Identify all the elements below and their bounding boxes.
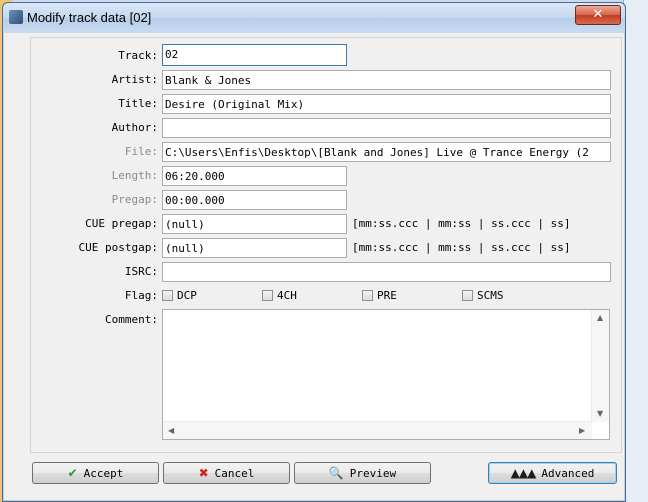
close-button[interactable]: ✕ <box>575 5 621 25</box>
length-input[interactable]: 06:20.000 <box>162 166 347 186</box>
scroll-right-icon[interactable]: ▶ <box>579 426 585 435</box>
cancel-button-label: Cancel <box>214 466 255 480</box>
scroll-left-icon[interactable]: ◀ <box>168 426 174 435</box>
comment-label: Comment: <box>105 313 158 326</box>
scroll-up-icon[interactable]: ▲ <box>597 313 603 322</box>
accept-button[interactable]: ✔ Accept <box>32 462 159 484</box>
flag-scms-checkbox[interactable] <box>462 290 473 301</box>
title-label: Title: <box>118 97 158 110</box>
scroll-down-icon[interactable]: ▼ <box>597 409 603 418</box>
artist-input[interactable]: Blank & Jones <box>162 70 611 90</box>
author-input[interactable] <box>162 118 611 138</box>
author-label: Author: <box>111 121 158 134</box>
track-input[interactable]: 02 <box>162 44 347 66</box>
checkmark-icon: ✔ <box>67 466 78 480</box>
cue-postgap-label: CUE postgap: <box>78 241 158 254</box>
window-title: Modify track data [02] <box>27 10 152 25</box>
title-bar[interactable]: Modify track data [02] ✕ <box>3 3 625 33</box>
file-label: File: <box>124 145 158 158</box>
comment-textarea[interactable]: ▲ ▼ ◀ ▶ <box>162 309 610 440</box>
preview-icon: 🔍 <box>328 466 344 480</box>
preview-button[interactable]: 🔍 Preview <box>294 462 431 484</box>
comment-horizontal-scrollbar[interactable]: ◀ ▶ <box>163 421 592 439</box>
flag-pre-label: PRE <box>377 289 397 302</box>
length-label: Length: <box>111 169 158 182</box>
pregap-input[interactable]: 00:00.000 <box>162 190 347 210</box>
background-app-scrollbar <box>623 0 648 502</box>
accept-button-label: Accept <box>83 466 124 480</box>
modify-track-dialog: Modify track data [02] ✕ Track: 02 Artis… <box>2 2 626 502</box>
cue-pregap-input[interactable]: (null) <box>162 214 347 234</box>
title-input[interactable]: Desire (Original Mix) <box>162 94 611 114</box>
file-path-input[interactable]: C:\Users\Enfis\Desktop\[Blank and Jones]… <box>162 142 611 162</box>
cue-postgap-format-hint: [mm:ss.ccc | mm:ss | ss.ccc | ss] <box>352 241 571 254</box>
isrc-label: ISRC: <box>124 265 158 278</box>
advanced-button[interactable]: ▲▲▲ Advanced <box>488 462 617 484</box>
isrc-input[interactable] <box>162 262 611 282</box>
flag-4ch-label: 4CH <box>277 289 297 302</box>
cancel-button[interactable]: ✖ Cancel <box>163 462 290 484</box>
triangles-up-icon: ▲▲▲ <box>510 466 537 480</box>
cross-icon: ✖ <box>198 466 209 480</box>
flag-dcp-label: DCP <box>177 289 197 302</box>
preview-button-label: Preview <box>349 466 397 480</box>
flag-4ch-checkbox[interactable] <box>262 290 273 301</box>
flag-dcp-checkbox[interactable] <box>162 290 173 301</box>
cue-pregap-format-hint: [mm:ss.ccc | mm:ss | ss.ccc | ss] <box>352 217 571 230</box>
advanced-button-label: Advanced <box>541 466 595 480</box>
cue-postgap-input[interactable]: (null) <box>162 238 347 258</box>
flag-scms-label: SCMS <box>477 289 504 302</box>
artist-label: Artist: <box>111 73 158 86</box>
cue-pregap-label: CUE pregap: <box>85 217 158 230</box>
flag-label: Flag: <box>124 289 158 302</box>
track-label: Track: <box>118 49 158 62</box>
flag-pre-checkbox[interactable] <box>362 290 373 301</box>
pregap-label: Pregap: <box>111 193 158 206</box>
comment-vertical-scrollbar[interactable]: ▲ ▼ <box>591 310 609 422</box>
app-icon <box>9 10 23 24</box>
